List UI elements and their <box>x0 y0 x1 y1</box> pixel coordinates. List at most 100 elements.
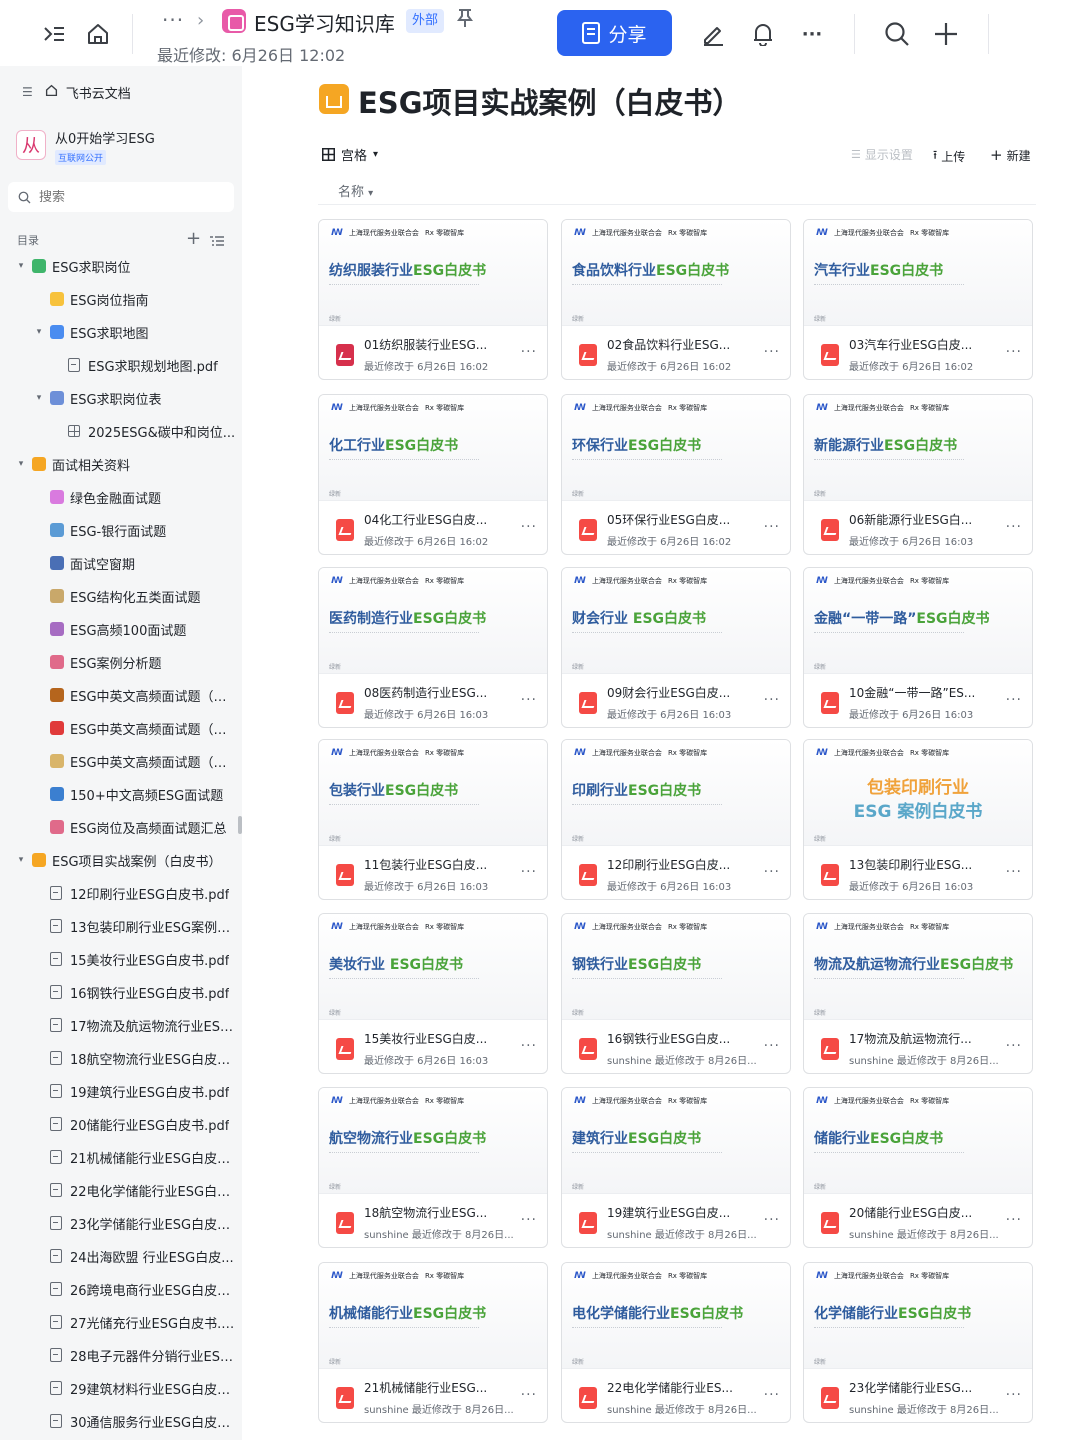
file-card[interactable]: ꟿ 上海现代服务业联合会 Rx 零碳智库 机械储能行业ESG白皮书 绿新 21机械储能行业… <box>318 1262 548 1423</box>
add-icon[interactable] <box>931 19 961 49</box>
sidebar-tree-item[interactable]: ESG岗位指南 <box>0 285 242 313</box>
file-name[interactable]: 08医药制造行业ESG... <box>364 684 504 701</box>
file-name[interactable]: 10金融“一带一路”ES... <box>849 684 989 701</box>
file-thumbnail[interactable]: ꟿ 上海现代服务业联合会 Rx 零碳智库 新能源行业ESG白皮书 绿新 <box>804 395 1032 501</box>
share-button[interactable]: 分享 <box>557 10 672 56</box>
sidebar-tree-item[interactable]: 19建筑行业ESG白皮书.pdf <box>0 1077 242 1105</box>
file-name[interactable]: 04化工行业ESG白皮... <box>364 511 504 528</box>
file-card[interactable]: ꟿ 上海现代服务业联合会 Rx 零碳智库 美妆行业 ESG白皮书 绿新 15美妆行业ESG… <box>318 913 548 1074</box>
display-settings-button[interactable]: ☰ 显示设置 <box>851 146 913 163</box>
file-thumbnail[interactable]: ꟿ 上海现代服务业联合会 Rx 零碳智库 纺织服装行业ESG白皮书 绿新 <box>319 220 547 326</box>
file-name[interactable]: 09财会行业ESG白皮... <box>607 684 747 701</box>
file-thumbnail[interactable]: ꟿ 上海现代服务业联合会 Rx 零碳智库 航空物流行业ESG白皮书 绿新 <box>319 1088 547 1194</box>
file-thumbnail[interactable]: ꟿ 上海现代服务业联合会 Rx 零碳智库 财会行业 ESG白皮书 绿新 <box>562 568 790 674</box>
file-card[interactable]: ꟿ 上海现代服务业联合会 Rx 零碳智库 印刷行业ESG白皮书 绿新 12印刷行业ESG白… <box>561 739 791 900</box>
sidebar-tree-item[interactable]: 30通信服务行业ESG白皮书... <box>0 1407 242 1435</box>
expand-caret-icon[interactable]: ▾ <box>16 459 26 469</box>
sidebar-tree-item[interactable]: ▾ ESG求职岗位 <box>0 252 242 280</box>
sidebar-tree-item[interactable]: 23化学储能行业ESG白皮书... <box>0 1209 242 1237</box>
file-card[interactable]: ꟿ 上海现代服务业联合会 Rx 零碳智库 建筑行业ESG白皮书 绿新 19建筑行业ESG白… <box>561 1087 791 1248</box>
file-card[interactable]: ꟿ 上海现代服务业联合会 Rx 零碳智库 环保行业ESG白皮书 绿新 05环保行业ESG白… <box>561 394 791 555</box>
sidebar-tree-item[interactable]: ESG中英文高频面试题（英... <box>0 714 242 742</box>
file-thumbnail[interactable]: ꟿ 上海现代服务业联合会 Rx 零碳智库 美妆行业 ESG白皮书 绿新 <box>319 914 547 1020</box>
file-name[interactable]: 02食品饮料行业ESG... <box>607 336 747 353</box>
sidebar-tree-item[interactable]: ESG中英文高频面试题（全... <box>0 747 242 775</box>
file-card[interactable]: ꟿ 上海现代服务业联合会 Rx 零碳智库 物流及航运物流行业ESG白皮书 绿新 17物流及… <box>803 913 1033 1074</box>
edit-icon[interactable] <box>699 20 727 48</box>
file-thumbnail[interactable]: ꟿ 上海现代服务业联合会 Rx 零碳智库 医药制造行业ESG白皮书 绿新 <box>319 568 547 674</box>
file-name[interactable]: 01纺织服装行业ESG... <box>364 336 504 353</box>
expand-caret-icon[interactable]: ▾ <box>34 327 44 337</box>
pin-icon[interactable] <box>456 8 474 33</box>
file-more-options[interactable]: ··· <box>1006 1038 1022 1054</box>
file-more-options[interactable]: ··· <box>764 864 780 880</box>
file-card[interactable]: ꟿ 上海现代服务业联合会 Rx 零碳智库 电化学储能行业ESG白皮书 绿新 22电化学储能… <box>561 1262 791 1423</box>
home-icon[interactable] <box>84 20 112 48</box>
sidebar-tree-item[interactable]: 15美妆行业ESG白皮书.pdf <box>0 945 242 973</box>
file-thumbnail[interactable]: ꟿ 上海现代服务业联合会 Rx 零碳智库 化学储能行业ESG白皮书 绿新 <box>804 1263 1032 1369</box>
file-more-options[interactable]: ··· <box>521 344 537 360</box>
file-thumbnail[interactable]: ꟿ 上海现代服务业联合会 Rx 零碳智库 汽车行业ESG白皮书 绿新 <box>804 220 1032 326</box>
sidebar-tree-item[interactable]: 面试空窗期 <box>0 549 242 577</box>
sidebar-scrollbar[interactable] <box>238 816 242 834</box>
sidebar-tree-item[interactable]: ESG中英文高频面试题（中... <box>0 681 242 709</box>
file-name[interactable]: 15美妆行业ESG白皮... <box>364 1030 504 1047</box>
file-thumbnail[interactable]: ꟿ 上海现代服务业联合会 Rx 零碳智库 环保行业ESG白皮书 绿新 <box>562 395 790 501</box>
file-card[interactable]: ꟿ 上海现代服务业联合会 Rx 零碳智库 包装印刷行业 ESG 案例白皮书 绿新 13包装印… <box>803 739 1033 900</box>
sidebar-tree-item[interactable]: 2025ESG&碳中和岗位... <box>0 417 242 445</box>
file-more-options[interactable]: ··· <box>521 692 537 708</box>
file-name[interactable]: 03汽车行业ESG白皮... <box>849 336 989 353</box>
file-more-options[interactable]: ··· <box>1006 519 1022 535</box>
file-more-options[interactable]: ··· <box>1006 344 1022 360</box>
file-name[interactable]: 22电化学储能行业ES... <box>607 1379 747 1396</box>
more-menu-icon[interactable]: ··· <box>798 20 826 48</box>
file-thumbnail[interactable]: ꟿ 上海现代服务业联合会 Rx 零碳智库 包装行业ESG白皮书 绿新 <box>319 740 547 846</box>
file-more-options[interactable]: ··· <box>764 692 780 708</box>
sidebar-tree-item[interactable]: 12印刷行业ESG白皮书.pdf <box>0 879 242 907</box>
sidebar-tree-item[interactable]: ESG案例分析题 <box>0 648 242 676</box>
sidebar-tree-item[interactable]: ESG岗位及高频面试题汇总 <box>0 813 242 841</box>
sidebar-tree-item[interactable]: ▾ ESG项目实战案例（白皮书） <box>0 846 242 874</box>
file-name[interactable]: 19建筑行业ESG白皮... <box>607 1204 747 1221</box>
file-name[interactable]: 11包装行业ESG白皮... <box>364 856 504 873</box>
sort-by-name[interactable]: 名称 ▾ <box>338 181 373 200</box>
file-card[interactable]: ꟿ 上海现代服务业联合会 Rx 零碳智库 化学储能行业ESG白皮书 绿新 23化学储能行业… <box>803 1262 1033 1423</box>
toc-add-icon[interactable]: + <box>186 228 201 249</box>
sidebar-tree-item[interactable]: ESG结构化五类面试题 <box>0 582 242 610</box>
file-more-options[interactable]: ··· <box>1006 1387 1022 1403</box>
file-name[interactable]: 16钢铁行业ESG白皮... <box>607 1030 747 1047</box>
sidebar-search[interactable] <box>8 182 234 212</box>
file-thumbnail[interactable]: ꟿ 上海现代服务业联合会 Rx 零碳智库 电化学储能行业ESG白皮书 绿新 <box>562 1263 790 1369</box>
sidebar-tree-item[interactable]: ▾ 面试相关资料 <box>0 450 242 478</box>
sidebar-tree-item[interactable]: ESG高频100面试题 <box>0 615 242 643</box>
file-more-options[interactable]: ··· <box>1006 692 1022 708</box>
sidebar-tree-item[interactable]: 150+中文高频ESG面试题 <box>0 780 242 808</box>
file-thumbnail[interactable]: ꟿ 上海现代服务业联合会 Rx 零碳智库 机械储能行业ESG白皮书 绿新 <box>319 1263 547 1369</box>
file-card[interactable]: ꟿ 上海现代服务业联合会 Rx 零碳智库 新能源行业ESG白皮书 绿新 06新能源行业ES… <box>803 394 1033 555</box>
file-thumbnail[interactable]: ꟿ 上海现代服务业联合会 Rx 零碳智库 化工行业ESG白皮书 绿新 <box>319 395 547 501</box>
file-thumbnail[interactable]: ꟿ 上海现代服务业联合会 Rx 零碳智库 金融“一带一路”ESG白皮书 绿新 <box>804 568 1032 674</box>
expand-caret-icon[interactable]: ▾ <box>16 855 26 865</box>
file-card[interactable]: ꟿ 上海现代服务业联合会 Rx 零碳智库 航空物流行业ESG白皮书 绿新 18航空物流行业… <box>318 1087 548 1248</box>
file-thumbnail[interactable]: ꟿ 上海现代服务业联合会 Rx 零碳智库 储能行业ESG白皮书 绿新 <box>804 1088 1032 1194</box>
file-card[interactable]: ꟿ 上海现代服务业联合会 Rx 零碳智库 化工行业ESG白皮书 绿新 04化工行业ESG白… <box>318 394 548 555</box>
file-more-options[interactable]: ··· <box>521 519 537 535</box>
file-card[interactable]: ꟿ 上海现代服务业联合会 Rx 零碳智库 金融“一带一路”ESG白皮书 绿新 10金融“一… <box>803 567 1033 728</box>
file-more-options[interactable]: ··· <box>521 1387 537 1403</box>
file-thumbnail[interactable]: ꟿ 上海现代服务业联合会 Rx 零碳智库 包装印刷行业 ESG 案例白皮书 绿新 <box>804 740 1032 846</box>
file-card[interactable]: ꟿ 上海现代服务业联合会 Rx 零碳智库 钢铁行业ESG白皮书 绿新 16钢铁行业ESG白… <box>561 913 791 1074</box>
file-card[interactable]: ꟿ 上海现代服务业联合会 Rx 零碳智库 财会行业 ESG白皮书 绿新 09财会行业ESG… <box>561 567 791 728</box>
sidebar-tree-item[interactable]: 24出海欧盟 行业ESG白皮... <box>0 1242 242 1270</box>
sidebar-tree-item[interactable]: 21机械储能行业ESG白皮书... <box>0 1143 242 1171</box>
file-thumbnail[interactable]: ꟿ 上海现代服务业联合会 Rx 零碳智库 建筑行业ESG白皮书 绿新 <box>562 1088 790 1194</box>
file-name[interactable]: 17物流及航运物流行... <box>849 1030 989 1047</box>
file-name[interactable]: 21机械储能行业ESG... <box>364 1379 504 1396</box>
file-name[interactable]: 05环保行业ESG白皮... <box>607 511 747 528</box>
space-avatar[interactable]: 从 <box>16 130 46 160</box>
file-card[interactable]: ꟿ 上海现代服务业联合会 Rx 零碳智库 储能行业ESG白皮书 绿新 20储能行业ESG白… <box>803 1087 1033 1248</box>
file-card[interactable]: ꟿ 上海现代服务业联合会 Rx 零碳智库 包装行业ESG白皮书 绿新 11包装行业ESG白… <box>318 739 548 900</box>
sidebar-tree-item[interactable]: 27光储充行业ESG白皮书.pdf <box>0 1308 242 1336</box>
sidebar-tree-item[interactable]: 28电子元器件分销行业ESG... <box>0 1341 242 1369</box>
file-more-options[interactable]: ··· <box>521 1212 537 1228</box>
sidebar-tree-item[interactable]: 16钢铁行业ESG白皮书.pdf <box>0 978 242 1006</box>
